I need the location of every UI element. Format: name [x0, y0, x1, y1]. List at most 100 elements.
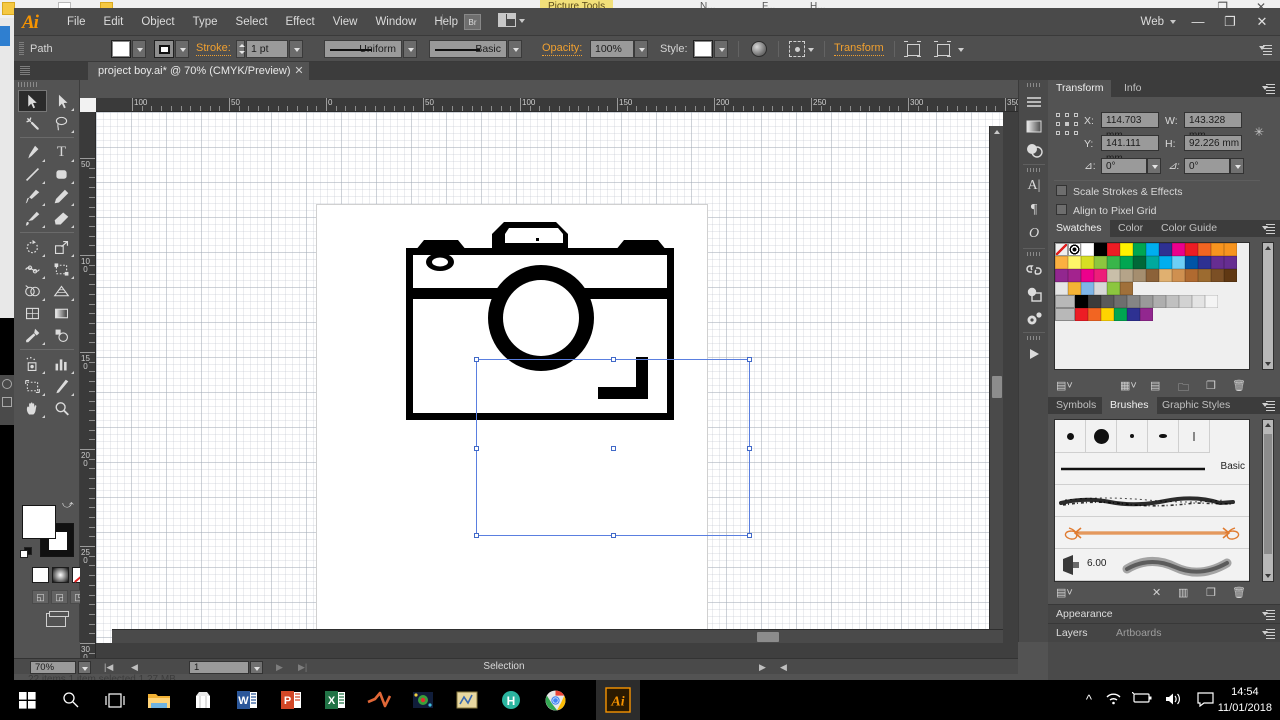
horizontal-scroll-thumb[interactable] [757, 632, 779, 642]
stroke-weight-stepper[interactable] [236, 40, 245, 58]
zoom-level-field[interactable]: 70% [30, 661, 76, 674]
horizontal-scrollbar[interactable] [112, 629, 1003, 643]
type-tool[interactable]: T [47, 141, 76, 163]
color-button[interactable] [32, 567, 49, 583]
swatch-color-group[interactable] [1055, 295, 1075, 308]
play-icon[interactable] [1024, 344, 1044, 364]
brush-options-icon[interactable]: ▥ [1178, 586, 1188, 599]
rotate-tool[interactable] [18, 236, 47, 258]
brushes-scrollbar[interactable] [1262, 419, 1274, 582]
selection-handle[interactable] [611, 446, 616, 451]
brush-basic[interactable]: Basic [1055, 453, 1249, 485]
tab-swatches[interactable]: Swatches [1048, 220, 1110, 237]
menu-view[interactable]: View [324, 8, 367, 36]
swatch[interactable] [1211, 256, 1224, 269]
swatch[interactable] [1172, 256, 1185, 269]
swatch[interactable] [1068, 282, 1081, 295]
menu-edit[interactable]: Edit [95, 8, 133, 36]
style-chevron-down-icon[interactable] [714, 40, 728, 58]
swatch[interactable] [1140, 295, 1153, 308]
swatch[interactable] [1133, 243, 1146, 256]
screen-mode-button[interactable] [46, 611, 69, 627]
menu-select[interactable]: Select [227, 8, 277, 36]
actions-icon[interactable] [1024, 308, 1044, 328]
zoom-chevron-down-icon[interactable] [78, 661, 91, 674]
rectangle-tool[interactable] [47, 163, 76, 185]
select-similar-icon[interactable] [789, 41, 805, 57]
transform-panel-menu-icon[interactable] [1262, 84, 1275, 94]
swatch-registration[interactable] [1068, 243, 1081, 256]
swatch[interactable] [1068, 269, 1081, 282]
artboard-chevron-down-icon[interactable] [250, 661, 263, 674]
file-explorer-icon[interactable] [144, 685, 174, 715]
gradient-button[interactable] [52, 567, 69, 583]
appearance-panel-menu-icon[interactable] [1262, 610, 1275, 620]
origin-icon[interactable] [408, 685, 438, 715]
pencil-tool[interactable] [47, 185, 76, 207]
window-maximize-button[interactable]: ❐ [1214, 8, 1246, 36]
workspace-chevron-down-icon[interactable] [1170, 20, 1176, 24]
menu-window[interactable]: Window [366, 8, 425, 36]
menu-help[interactable]: Help [425, 8, 467, 36]
swatch[interactable] [1224, 269, 1237, 282]
microsoft-store-icon[interactable] [188, 685, 218, 715]
canvas[interactable] [96, 112, 1003, 643]
default-fill-stroke-icon[interactable] [20, 547, 33, 560]
swatch[interactable] [1133, 256, 1146, 269]
swatch[interactable] [1075, 308, 1088, 321]
brush-dashed[interactable] [1055, 581, 1249, 582]
brushes-scroll-down-icon[interactable] [1265, 574, 1271, 578]
shape-builder-tool[interactable] [18, 280, 47, 302]
swatch[interactable] [1081, 256, 1094, 269]
shear-chevron-down-icon[interactable] [1230, 158, 1244, 174]
blend-tool[interactable] [47, 324, 76, 346]
layers-icon[interactable] [1024, 92, 1044, 112]
swatch[interactable] [1192, 295, 1205, 308]
battery-icon[interactable] [1131, 691, 1152, 707]
tab-transform[interactable]: Transform [1048, 80, 1112, 97]
search-icon[interactable] [56, 685, 86, 715]
window-minimize-button[interactable]: — [1182, 8, 1214, 36]
dock-grip[interactable] [1027, 83, 1041, 87]
eyedropper-tool[interactable] [18, 324, 47, 346]
brush-definition-select[interactable]: Basic [429, 40, 507, 58]
swatch[interactable] [1185, 256, 1198, 269]
show-swatch-kinds-icon[interactable]: ▦˅ [1120, 379, 1137, 392]
align-pixel-grid-checkbox[interactable] [1056, 204, 1067, 215]
swatch[interactable] [1198, 269, 1211, 282]
swatch[interactable] [1146, 256, 1159, 269]
swatch-libraries-icon[interactable]: ▤˅ [1056, 379, 1073, 392]
x-field[interactable]: 114.703 mm [1101, 112, 1159, 141]
bridge-button[interactable]: Br [464, 14, 481, 30]
fill-chevron-down-icon[interactable] [132, 40, 146, 58]
stroke-weight-label[interactable]: Stroke: [196, 42, 231, 56]
hand-tool[interactable] [18, 397, 47, 419]
rotate-field[interactable]: 0° [1101, 158, 1147, 174]
swatch[interactable] [1205, 295, 1218, 308]
selection-handle[interactable] [747, 533, 752, 538]
symbol-sprayer-tool[interactable] [18, 353, 47, 375]
transparency-icon[interactable] [1024, 140, 1044, 160]
document-tab-grip[interactable] [20, 66, 30, 76]
swatch[interactable] [1224, 256, 1237, 269]
swatches-scroll-down-icon[interactable] [1265, 362, 1271, 366]
calligraphic-brush[interactable] [1179, 420, 1210, 453]
swatches-panel-menu-icon[interactable] [1262, 224, 1275, 234]
powerpoint-icon[interactable]: P [276, 685, 306, 715]
stroke-weight-chevron-down-icon[interactable] [289, 40, 303, 58]
swatch[interactable] [1068, 256, 1081, 269]
opacity-chevron-down-icon[interactable] [634, 40, 648, 58]
swatch[interactable] [1107, 282, 1120, 295]
selection-handle[interactable] [747, 446, 752, 451]
horizontal-ruler[interactable]: 10050050100150200250300350 [96, 98, 1018, 112]
gradient-tool[interactable] [47, 302, 76, 324]
workspace-switcher[interactable]: Web [1141, 8, 1164, 36]
swatch[interactable] [1172, 243, 1185, 256]
artboard-tool[interactable] [18, 375, 47, 397]
layers-panel-menu-icon[interactable] [1262, 629, 1275, 639]
swatch[interactable] [1081, 269, 1094, 282]
menu-type[interactable]: Type [184, 8, 227, 36]
status-text[interactable]: Selection [264, 659, 744, 675]
swatch[interactable] [1081, 282, 1094, 295]
swatch[interactable] [1101, 308, 1114, 321]
